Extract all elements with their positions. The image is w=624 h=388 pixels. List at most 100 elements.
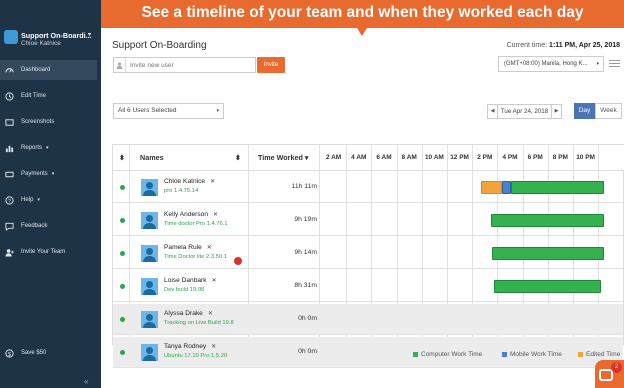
- time-worked-value: 8h 31m: [294, 282, 317, 289]
- app-version: Time doctor Pro 1.4.76.1: [164, 221, 228, 227]
- names-column-header[interactable]: Names: [140, 145, 164, 171]
- legend-label: Mobile Work Time: [510, 351, 562, 358]
- timezone-value: (GMT+08:00) Manila, Hong K...: [504, 61, 588, 67]
- next-day-button[interactable]: ▶: [551, 104, 562, 119]
- sidebar-item-label: Payments: [21, 171, 48, 177]
- time-worked-value: 9h 14m: [294, 249, 317, 256]
- timezone-select[interactable]: (GMT+08:00) Manila, Hong K... ▾: [498, 56, 604, 72]
- status-dot: [120, 284, 125, 289]
- hour-tick-label: 10 AM: [424, 154, 444, 161]
- remove-user-icon[interactable]: ✕: [211, 344, 216, 350]
- user-name[interactable]: Pamela Rule ✕: [164, 244, 212, 251]
- table-row[interactable]: Alyssa Drake ✕ Tracking on Live Build 19.8…: [113, 304, 623, 335]
- invite-user-field[interactable]: [113, 57, 256, 73]
- chat-icon[interactable]: [599, 369, 613, 381]
- chevron-down-icon: ▾: [216, 108, 219, 114]
- user-name-text: Chloe Katnice: [164, 178, 206, 185]
- sidebar-item-save-50[interactable]: $ Save $50: [0, 343, 97, 363]
- remove-user-icon[interactable]: ✕: [208, 311, 213, 317]
- user-name-text: Loise Danbark: [164, 277, 207, 284]
- week-view-button[interactable]: Week: [595, 103, 622, 119]
- sidebar-item-screenshots[interactable]: Screenshots: [0, 112, 97, 132]
- chart-icon: [4, 143, 14, 153]
- page-title: Support On-Boarding: [112, 40, 207, 51]
- sidebar-item-label: Screenshots: [21, 119, 55, 125]
- edited-time-bar[interactable]: [481, 181, 503, 194]
- app-version: Ubuntu 17.10 Pro 1.5.20: [164, 353, 228, 359]
- sidebar-item-payments[interactable]: Payments ▾: [0, 164, 97, 184]
- team-name[interactable]: Support On-Boardi...: [21, 31, 92, 40]
- chat-unread-badge: 2: [611, 362, 622, 373]
- user-name-text: Alyssa Drake: [164, 310, 203, 317]
- mobile-time-bar[interactable]: [502, 181, 512, 194]
- invite-button[interactable]: Invite: [257, 57, 285, 73]
- hour-tick-label: 6 AM: [376, 154, 392, 161]
- avatar: [141, 344, 158, 361]
- chevron-down-icon: ▾: [596, 61, 599, 67]
- alert-icon[interactable]: [234, 257, 242, 265]
- user-name-text: Kelly Anderson: [164, 211, 208, 218]
- chevron-down-icon: ▾: [51, 171, 55, 177]
- collapse-sidebar-icon[interactable]: «: [84, 377, 88, 386]
- sidebar-item-feedback[interactable]: Feedback: [0, 216, 97, 236]
- users-filter-select[interactable]: All 6 Users Selected ▾: [113, 103, 224, 119]
- computer-time-bar[interactable]: [491, 214, 605, 227]
- remove-user-icon[interactable]: ✕: [207, 245, 212, 251]
- invite-user-input[interactable]: [126, 61, 251, 69]
- sidebar-item-help[interactable]: ? Help ▾: [0, 190, 97, 210]
- user-name[interactable]: Loise Danbark ✕: [164, 277, 217, 284]
- user-name[interactable]: Kelly Anderson ✕: [164, 211, 218, 218]
- status-dot: [120, 317, 125, 322]
- user-name[interactable]: Alyssa Drake ✕: [164, 310, 213, 317]
- time-worked-value: 0h 0m: [298, 315, 317, 322]
- table-row[interactable]: Chloe Katnice ✕ pro 1.4.75.14 11h 11m: [113, 172, 623, 203]
- avatar: [141, 311, 158, 328]
- sidebar-item-invite-your-team[interactable]: Invite Your Team: [0, 242, 97, 262]
- legend-swatch: [413, 351, 418, 357]
- legend-item: Edited Time: [578, 351, 620, 358]
- remove-user-icon[interactable]: ✕: [213, 212, 218, 218]
- table-row[interactable]: Loise Danbark ✕ Dev build 19.08 8h 31m: [113, 271, 623, 302]
- sort-toggle-icon[interactable]: ⬍: [119, 145, 125, 171]
- table-row[interactable]: Pamela Rule ✕ Time Doctor lite 2.3.50.1 9h …: [113, 238, 623, 269]
- day-view-button[interactable]: Day: [574, 103, 595, 119]
- computer-time-bar[interactable]: [493, 280, 601, 293]
- chevron-down-icon: ▾: [46, 145, 49, 151]
- user-name-text: Tanya Rodney: [164, 343, 207, 350]
- banner-pointer: [357, 28, 367, 36]
- previous-day-button[interactable]: ◀: [487, 104, 498, 119]
- legend-label: Edited Time: [586, 351, 621, 358]
- computer-time-bar[interactable]: [511, 181, 605, 194]
- legend-swatch: [578, 351, 583, 357]
- sidebar-item-reports[interactable]: Reports ▾: [0, 138, 97, 158]
- app-version: Time Doctor lite 2.3.50.1: [164, 254, 227, 260]
- invite-icon: [4, 247, 14, 257]
- sidebar-item-label: Edit Time: [21, 93, 47, 99]
- screenshot-icon: [4, 117, 14, 127]
- feedback-icon: [4, 221, 14, 231]
- chevron-down-icon: ▾: [37, 197, 40, 203]
- menu-icon[interactable]: [609, 58, 620, 69]
- status-dot: [120, 251, 125, 256]
- user-name[interactable]: Tanya Rodney ✕: [164, 343, 216, 350]
- user-name[interactable]: Chloe Katnice ✕: [164, 178, 215, 185]
- status-dot: [120, 218, 125, 223]
- payments-icon: [4, 169, 14, 179]
- avatar: [141, 212, 158, 229]
- hour-tick-label: 10 PM: [576, 154, 595, 161]
- sidebar: Support On-Boardi... ▾ Chloe Katnice Das…: [0, 0, 101, 388]
- time-worked-value: 0h 0m: [298, 348, 317, 355]
- sidebar-item-edit-time[interactable]: Edit Time: [0, 86, 97, 106]
- computer-time-bar[interactable]: [492, 247, 605, 260]
- hour-tick-label: 12 PM: [450, 154, 469, 161]
- sidebar-item-dashboard[interactable]: Dashboard: [0, 60, 97, 80]
- date-picker[interactable]: Tue Apr 24, 2018: [498, 104, 551, 119]
- table-row[interactable]: Kelly Anderson ✕ Time doctor Pro 1.4.76.1 9…: [113, 205, 623, 236]
- hour-tick-label: 2 AM: [325, 154, 342, 161]
- names-sort-icon[interactable]: ⬍: [235, 145, 241, 171]
- remove-user-icon[interactable]: ✕: [210, 179, 215, 185]
- team-switcher-caret-icon[interactable]: ▾: [88, 31, 91, 38]
- team-avatar: [4, 30, 18, 44]
- remove-user-icon[interactable]: ✕: [212, 278, 217, 284]
- time-worked-column-header[interactable]: Time Worked ▾: [258, 145, 308, 171]
